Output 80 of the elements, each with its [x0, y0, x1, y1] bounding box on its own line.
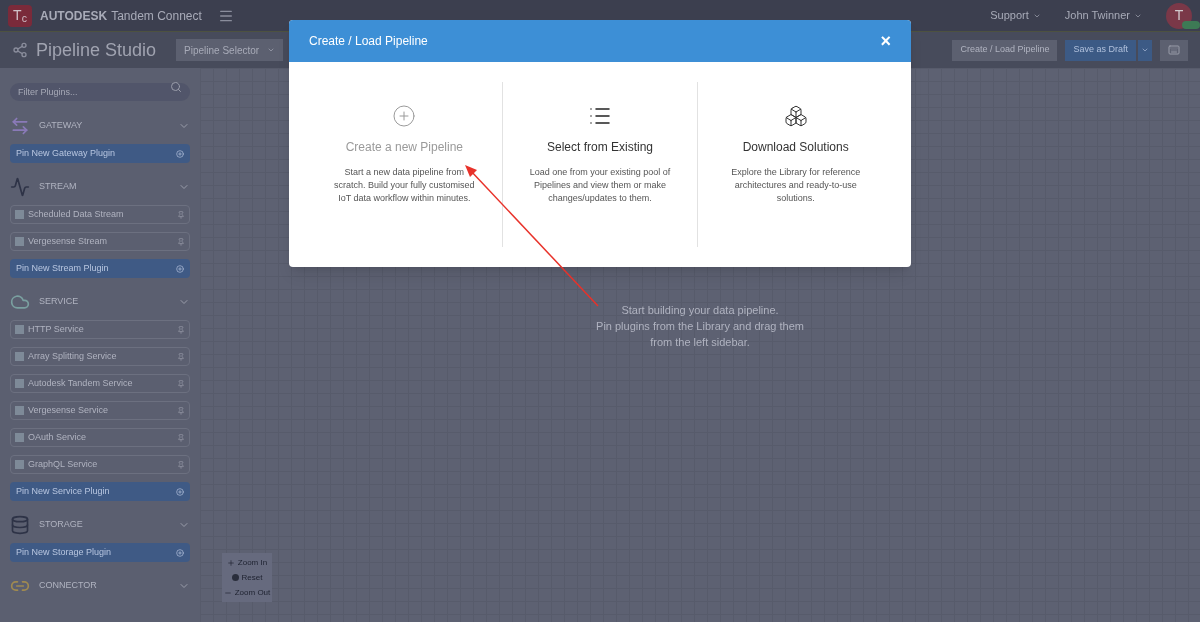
cloud-icon: [10, 292, 30, 312]
option-description: Start a new data pipeline from scratch. Build your fully customised IoT data workflow within minutes.: [333, 166, 476, 205]
dropdown-button[interactable]: [1138, 39, 1152, 61]
option-card[interactable]: Select from Existing Load one from your existing pool of Pipelines and view them or make changes/updates to them.: [501, 82, 698, 247]
zoom-button[interactable]: Zoom In: [222, 555, 272, 570]
pin-icon: [177, 352, 185, 361]
pin-plugin-button[interactable]: Pin New Service Plugin: [10, 482, 190, 501]
plugin-icon: [15, 237, 24, 246]
pin-plugin-button[interactable]: Pin New Stream Plugin: [10, 259, 190, 278]
pipeline-selector[interactable]: Pipeline Selector: [176, 39, 284, 61]
database-icon: [10, 515, 30, 535]
product-name: Tandem Connect: [111, 7, 202, 25]
caret-icon: [267, 46, 276, 54]
pulse-icon: [10, 177, 30, 197]
plugin-item[interactable]: Array Splitting Service: [10, 347, 190, 366]
plugin-icon: [15, 460, 24, 469]
cubes-icon: [783, 104, 808, 128]
option-title: Download Solutions: [742, 139, 849, 156]
plugin-item[interactable]: HTTP Service: [10, 320, 190, 339]
keyboard-button[interactable]: [1160, 39, 1188, 61]
brand-name: AUTODESK: [40, 7, 108, 25]
pin-plugin-button[interactable]: Pin New Storage Plugin: [10, 543, 190, 562]
plus-circle-icon: [392, 104, 417, 128]
keyboard-icon: [1168, 44, 1180, 56]
plugin-item[interactable]: Vergesense Service: [10, 401, 190, 420]
nav-menu[interactable]: Support: [990, 7, 1041, 24]
plugin-icon: [15, 406, 24, 415]
section-title: STREAM: [39, 180, 78, 194]
option-description: Load one from your existing pool of Pipelines and view them or make changes/updates to them.: [528, 166, 672, 205]
arrows-icon: [10, 116, 30, 136]
plugin-icon: [15, 325, 24, 334]
pin-icon: [177, 433, 185, 442]
pin-plugin-button[interactable]: Pin New Gateway Plugin: [10, 144, 190, 163]
zoom-button[interactable]: Reset: [222, 570, 272, 585]
option-description: Explore the Library for reference architectures and ready-to-use solutions.: [730, 166, 862, 205]
user-avatar[interactable]: T: [1166, 2, 1192, 29]
caret-icon: [1141, 46, 1149, 54]
plugin-item[interactable]: Autodesk Tandem Service: [10, 374, 190, 393]
option-title: Select from Existing: [547, 139, 654, 156]
plugin-item[interactable]: GraphQL Service: [10, 455, 190, 474]
pin-icon: [177, 379, 185, 388]
plugin-icon: [15, 379, 24, 388]
page-title: Pipeline Studio: [36, 38, 157, 62]
share-nodes-icon: [12, 42, 28, 58]
canvas-hint: Pin plugins from the Library and drag them: [596, 319, 804, 334]
section-title: GATEWAY: [39, 119, 84, 133]
close-button[interactable]: ×: [880, 27, 891, 55]
pin-icon: [177, 406, 185, 415]
option-card[interactable]: Download Solutions Explore the Library for reference architectures and ready-to-use solutions.: [697, 82, 893, 247]
load-pipeline-button[interactable]: Create / Load Pipeline: [952, 39, 1058, 61]
filter-field[interactable]: Filter Plugins...: [10, 83, 190, 101]
section-title: STORAGE: [39, 518, 84, 532]
search-icon: [170, 81, 182, 93]
plus-circle-icon: [176, 487, 184, 496]
plugin-icon: [15, 352, 24, 361]
section-title: CONNECTOR: [39, 579, 98, 593]
plugin-item[interactable]: OAuth Service: [10, 428, 190, 447]
zoom-button[interactable]: Zoom Out: [222, 585, 272, 600]
nav-menu[interactable]: John Twinner: [1064, 7, 1142, 24]
canvas-hint: from the left sidebar.: [650, 335, 750, 350]
section-title: SERVICE: [39, 295, 80, 309]
status-badge: [1182, 20, 1200, 29]
canvas-hint: Start building your data pipeline.: [621, 303, 779, 318]
dialog-title: Create / Load Pipeline: [309, 33, 429, 50]
option-title: Create a new Pipeline: [345, 139, 464, 156]
plus-circle-icon: [176, 264, 184, 273]
plugin-item[interactable]: Scheduled Data Stream: [10, 205, 190, 224]
pin-icon: [177, 237, 185, 246]
pin-icon: [177, 325, 185, 334]
pin-icon: [177, 210, 185, 219]
plus-icon: [226, 558, 235, 567]
option-card[interactable]: Create a new Pipeline Start a new data pipeline from scratch. Build your fully customised IoT data workflow within minutes.: [307, 82, 502, 247]
plus-circle-icon: [176, 149, 184, 158]
save-draft-button[interactable]: Save as Draft: [1065, 39, 1136, 61]
plugin-icon: [15, 433, 24, 442]
pin-icon: [177, 460, 185, 469]
plus-circle-icon: [176, 548, 184, 557]
plugin-icon: [15, 210, 24, 219]
app-logo: T$_{c}$: [8, 4, 32, 27]
plugin-item[interactable]: Vergesense Stream: [10, 232, 190, 251]
